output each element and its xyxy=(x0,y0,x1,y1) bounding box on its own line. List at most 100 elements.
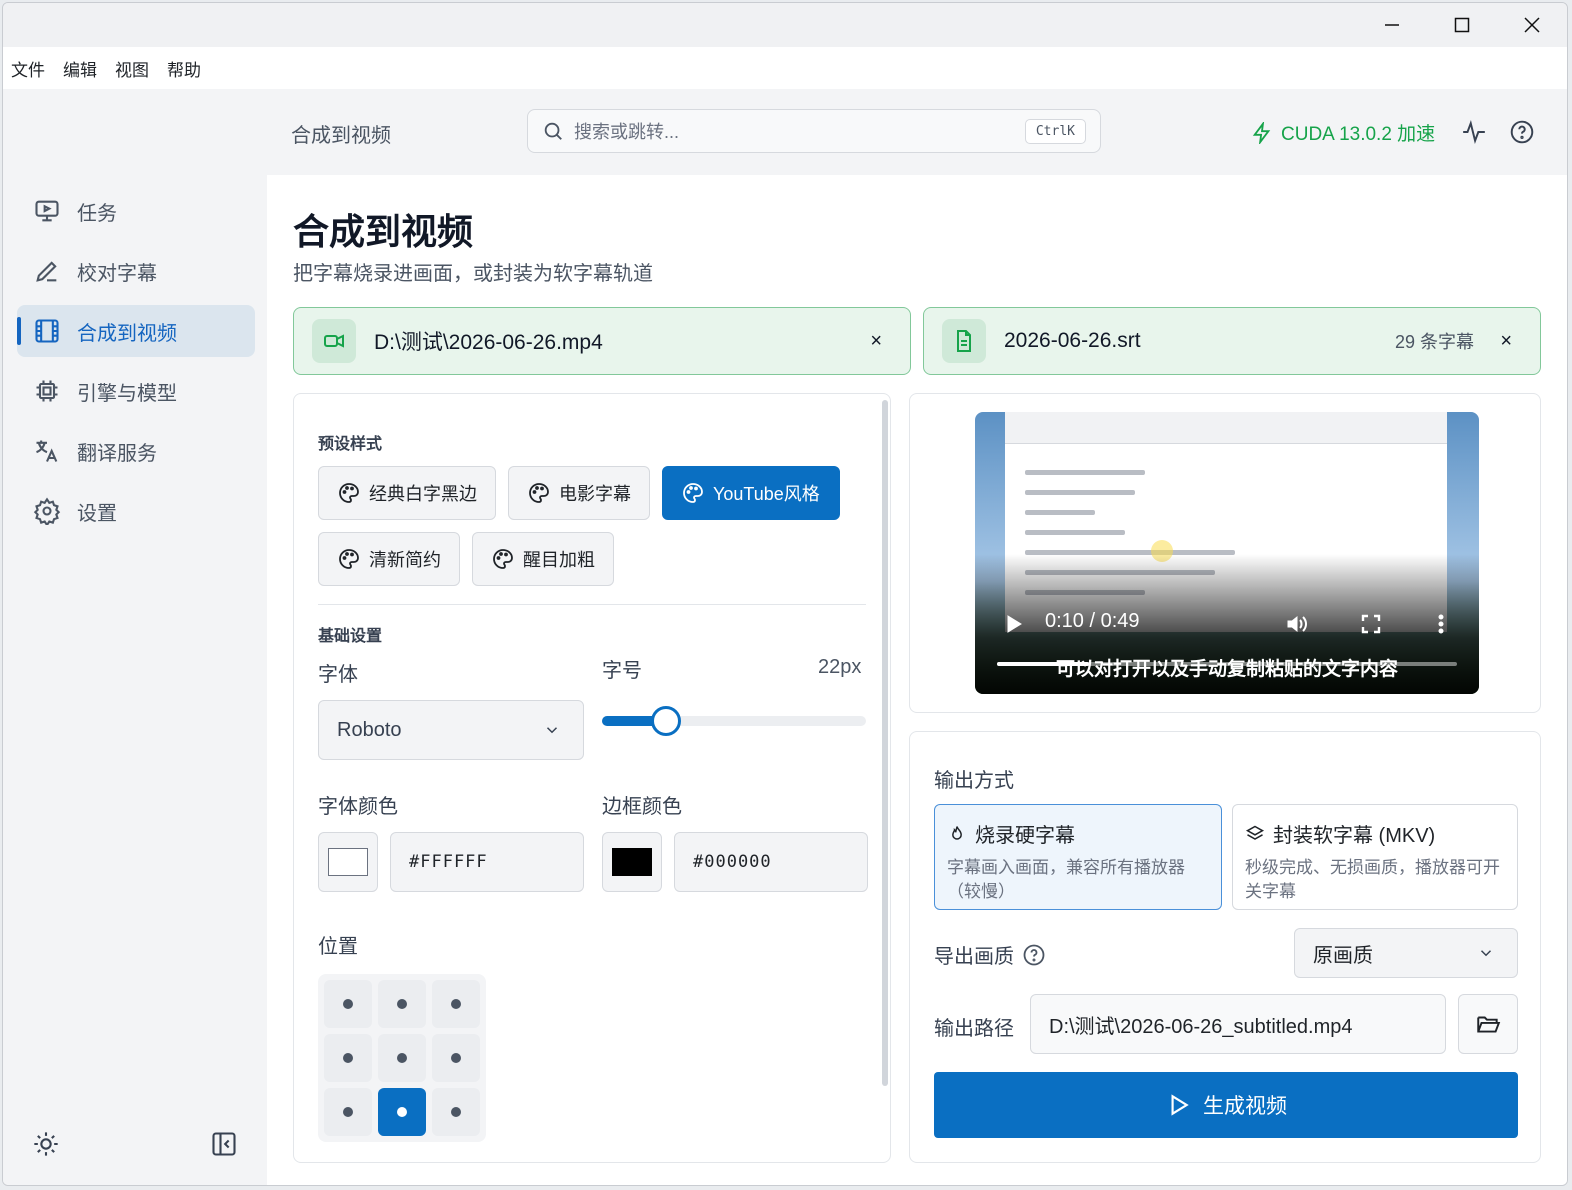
sidebar-item-translate[interactable]: 翻译服务 xyxy=(17,425,255,477)
position-bottom-left[interactable] xyxy=(324,1088,372,1136)
quality-label-row: 导出画质 xyxy=(934,940,1046,969)
sidebar: 任务 校对字幕 合成到视频 引擎与模型 翻译服务 设置 xyxy=(3,89,267,1185)
translate-icon xyxy=(36,440,58,462)
menu-view[interactable]: 视图 xyxy=(115,56,149,81)
sidebar-item-settings[interactable]: 设置 xyxy=(17,485,255,537)
font-label: 字体 xyxy=(318,664,358,686)
mkv-option-title: 封装软字幕 (MKV) xyxy=(1273,825,1436,847)
font-select[interactable]: Roboto xyxy=(318,700,584,760)
sidebar-item-compose[interactable]: 合成到视频 xyxy=(17,305,255,357)
video-file-card: D:\测试\2026-06-26.mp4 × xyxy=(293,307,911,375)
sidebar-item-engines[interactable]: 引擎与模型 xyxy=(17,365,255,417)
minimize-button[interactable] xyxy=(1357,3,1427,47)
search-input[interactable]: 搜索或跳转... CtrlK xyxy=(527,109,1101,153)
help-button[interactable] xyxy=(1509,119,1535,145)
sidebar-item-label: 设置 xyxy=(77,502,117,525)
play-button[interactable] xyxy=(1001,612,1025,641)
position-middle-center[interactable] xyxy=(378,1034,426,1082)
theme-toggle-button[interactable] xyxy=(31,1129,61,1159)
sidebar-item-tasks[interactable]: 任务 xyxy=(17,185,255,237)
quality-select[interactable]: 原画质 xyxy=(1294,928,1518,978)
document-icon xyxy=(957,330,971,352)
style-panel: 预设样式 经典白字黑边 电影字幕 YouTube风格 清新简约 醒目加粗 基础设… xyxy=(293,393,891,1163)
generate-video-label: 生成视频 xyxy=(1203,1095,1287,1118)
preset-fresh-button[interactable]: 清新简约 xyxy=(318,532,460,586)
preset-label: 电影字幕 xyxy=(559,484,631,504)
help-icon xyxy=(1510,120,1534,144)
burn-option-desc: 字幕画入画面，兼容所有播放器（较慢） xyxy=(947,858,1185,901)
search-icon xyxy=(544,122,562,140)
font-color-label: 字体颜色 xyxy=(318,796,398,818)
generate-video-button[interactable]: 生成视频 xyxy=(934,1072,1518,1138)
palette-icon xyxy=(493,549,513,569)
more-options-button[interactable] xyxy=(1429,612,1453,641)
minimize-icon xyxy=(1385,24,1399,26)
size-value: 22px xyxy=(818,656,862,678)
output-path-input[interactable]: D:\测试\2026-06-26_subtitled.mp4 xyxy=(1030,994,1446,1054)
sidebar-item-proofread[interactable]: 校对字幕 xyxy=(17,245,255,297)
position-middle-right[interactable] xyxy=(432,1034,480,1082)
video-time: 0:10 / 0:49 xyxy=(1045,610,1140,632)
burn-subtitle-option[interactable]: 烧录硬字幕 字幕画入画面，兼容所有播放器（较慢） xyxy=(934,804,1222,910)
maximize-button[interactable] xyxy=(1427,3,1497,47)
fullscreen-button[interactable] xyxy=(1359,612,1383,641)
position-bottom-right[interactable] xyxy=(432,1088,480,1136)
sidebar-collapse-icon xyxy=(212,1132,236,1156)
menu-edit[interactable]: 编辑 xyxy=(63,56,97,81)
font-select-value: Roboto xyxy=(337,718,402,741)
size-slider-thumb[interactable] xyxy=(650,706,681,736)
video-file-name: D:\测试\2026-06-26.mp4 xyxy=(374,331,603,354)
font-color-picker[interactable] xyxy=(318,832,378,892)
activity-icon xyxy=(1463,120,1485,144)
menu-help[interactable]: 帮助 xyxy=(167,56,201,81)
remove-video-button[interactable]: × xyxy=(870,330,882,353)
subtitle-overlay: 可以对打开以及手动复制粘贴的文字内容 xyxy=(1055,659,1398,680)
position-middle-left[interactable] xyxy=(324,1034,372,1082)
fullscreen-icon xyxy=(1361,614,1381,634)
menu-file[interactable]: 文件 xyxy=(11,56,45,81)
position-top-center[interactable] xyxy=(378,980,426,1028)
film-icon xyxy=(35,319,59,343)
font-color-input[interactable]: #FFFFFF xyxy=(390,832,584,892)
palette-icon xyxy=(529,483,549,503)
maximize-icon xyxy=(1454,17,1470,33)
mkv-option-desc: 秒级完成、无损画质，播放器可开关字幕 xyxy=(1245,858,1500,901)
sidebar-item-label: 合成到视频 xyxy=(77,322,177,345)
play-icon xyxy=(1007,615,1022,633)
activity-button[interactable] xyxy=(1461,119,1487,145)
preset-classic-button[interactable]: 经典白字黑边 xyxy=(318,466,496,520)
position-top-right[interactable] xyxy=(432,980,480,1028)
volume-button[interactable] xyxy=(1285,612,1309,641)
mkv-subtitle-option[interactable]: 封装软字幕 (MKV) 秒级完成、无损画质，播放器可开关字幕 xyxy=(1232,804,1518,910)
play-outline-icon xyxy=(1171,1094,1189,1116)
position-bottom-center[interactable] xyxy=(378,1088,426,1136)
size-slider[interactable] xyxy=(602,706,866,736)
video-preview[interactable]: 0:10 / 0:49 可以对打开以及手动复制粘贴的文字内容 xyxy=(975,412,1479,694)
palette-icon xyxy=(683,483,703,503)
preset-youtube-button[interactable]: YouTube风格 xyxy=(662,466,840,520)
cuda-status[interactable]: CUDA 13.0.2 加速 xyxy=(1251,119,1435,146)
preset-label: 经典白字黑边 xyxy=(369,484,477,504)
burn-option-title: 烧录硬字幕 xyxy=(975,825,1075,847)
close-window-button[interactable] xyxy=(1497,3,1567,47)
preset-label: 醒目加粗 xyxy=(523,550,595,570)
position-top-left[interactable] xyxy=(324,980,372,1028)
style-panel-scrollbar[interactable] xyxy=(882,400,888,1086)
position-grid xyxy=(318,974,486,1142)
preset-movie-button[interactable]: 电影字幕 xyxy=(508,466,650,520)
remove-subtitle-button[interactable]: × xyxy=(1500,330,1512,353)
border-color-input[interactable]: #000000 xyxy=(674,832,868,892)
layers-icon xyxy=(1245,825,1265,840)
app-window: 文件 编辑 视图 帮助 任务 校对字幕 合成到视频 引擎与模型 翻译服务 设置 xyxy=(2,2,1568,1186)
collapse-sidebar-button[interactable] xyxy=(209,1129,239,1159)
breadcrumb: 合成到视频 xyxy=(291,125,391,147)
quality-select-value: 原画质 xyxy=(1313,944,1373,967)
gear-icon xyxy=(33,497,61,525)
basic-settings-label: 基础设置 xyxy=(318,628,383,645)
size-label: 字号 xyxy=(602,660,642,682)
preset-bold-button[interactable]: 醒目加粗 xyxy=(472,532,614,586)
browse-folder-button[interactable] xyxy=(1458,994,1518,1054)
chevron-down-icon xyxy=(1480,950,1492,957)
border-color-picker[interactable] xyxy=(602,832,662,892)
help-icon[interactable] xyxy=(1022,943,1046,967)
